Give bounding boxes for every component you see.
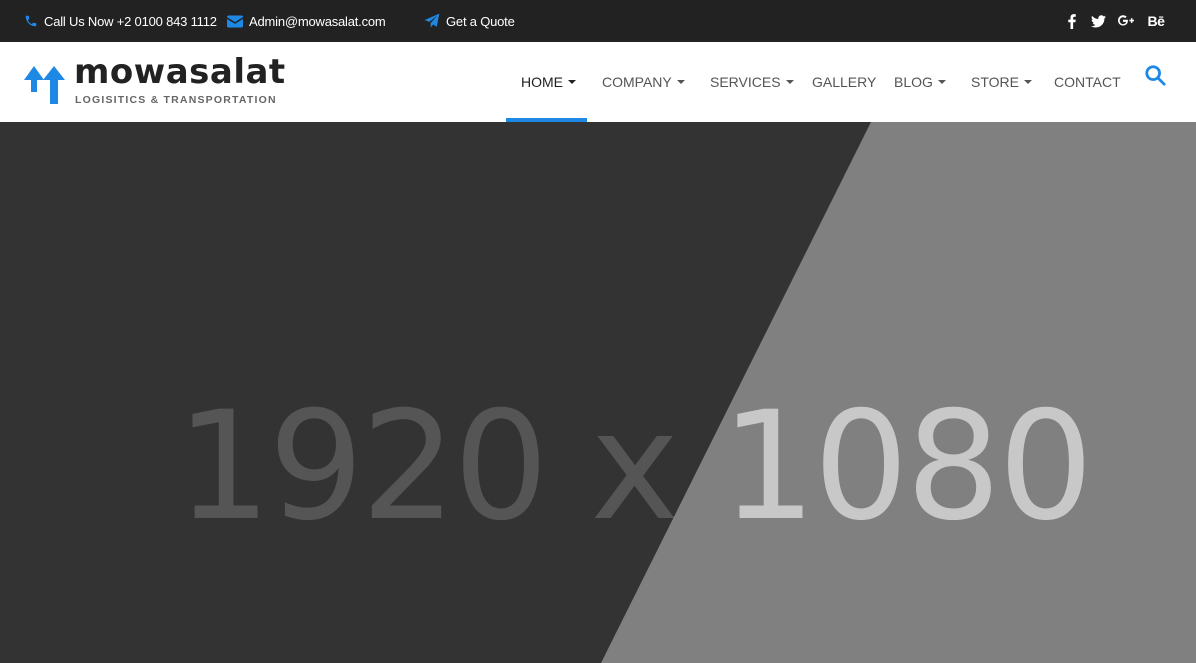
email-text: Admin@mowasalat.com bbox=[249, 13, 386, 29]
site-header: mowasalat LOGISITICS & TRANSPORTATION HO… bbox=[0, 42, 1196, 122]
behance-icon[interactable]: Bē bbox=[1145, 0, 1167, 42]
nav-store[interactable]: STORE bbox=[971, 42, 1032, 122]
get-quote-text: Get a Quote bbox=[446, 13, 515, 29]
nav-services[interactable]: SERVICES bbox=[710, 42, 794, 122]
google-plus-icon[interactable] bbox=[1115, 0, 1137, 42]
phone-icon bbox=[24, 14, 38, 28]
nav-contact-label: CONTACT bbox=[1054, 74, 1121, 90]
brand-tagline: LOGISITICS & TRANSPORTATION bbox=[75, 94, 277, 106]
caret-down-icon bbox=[568, 80, 576, 84]
email-contact[interactable]: Admin@mowasalat.com bbox=[227, 0, 386, 42]
envelope-icon bbox=[227, 15, 243, 28]
search-icon[interactable] bbox=[1144, 64, 1166, 86]
caret-down-icon bbox=[937, 80, 946, 84]
hero-slider[interactable]: 1920 x 1080 1920 x 1080 bbox=[0, 122, 1196, 663]
caret-down-icon bbox=[785, 80, 794, 84]
nav-blog-label: BLOG bbox=[894, 74, 933, 90]
caret-down-icon bbox=[1023, 80, 1032, 84]
nav-blog[interactable]: BLOG bbox=[894, 42, 946, 122]
nav-contact[interactable]: CONTACT bbox=[1054, 42, 1121, 122]
get-quote-link[interactable]: Get a Quote bbox=[424, 0, 515, 42]
nav-gallery-label: GALLERY bbox=[812, 74, 877, 90]
brand-name: mowasalat bbox=[74, 52, 286, 92]
twitter-icon[interactable] bbox=[1087, 0, 1109, 42]
nav-store-label: STORE bbox=[971, 74, 1019, 90]
caret-down-icon bbox=[676, 80, 685, 84]
nav-home[interactable]: HOME bbox=[521, 42, 576, 122]
nav-company-label: COMPANY bbox=[602, 74, 672, 90]
logo-arrows-icon bbox=[24, 66, 65, 104]
top-bar: Call Us Now +2 0100 843 1112 Admin@mowas… bbox=[0, 0, 1196, 42]
nav-company[interactable]: COMPANY bbox=[602, 42, 685, 122]
paper-plane-icon bbox=[424, 13, 440, 29]
phone-text: Call Us Now +2 0100 843 1112 bbox=[44, 13, 217, 29]
nav-home-label: HOME bbox=[521, 74, 563, 90]
nav-services-label: SERVICES bbox=[710, 74, 781, 90]
nav-gallery[interactable]: GALLERY bbox=[812, 42, 876, 122]
facebook-icon[interactable] bbox=[1061, 0, 1083, 42]
phone-contact[interactable]: Call Us Now +2 0100 843 1112 bbox=[24, 0, 217, 42]
